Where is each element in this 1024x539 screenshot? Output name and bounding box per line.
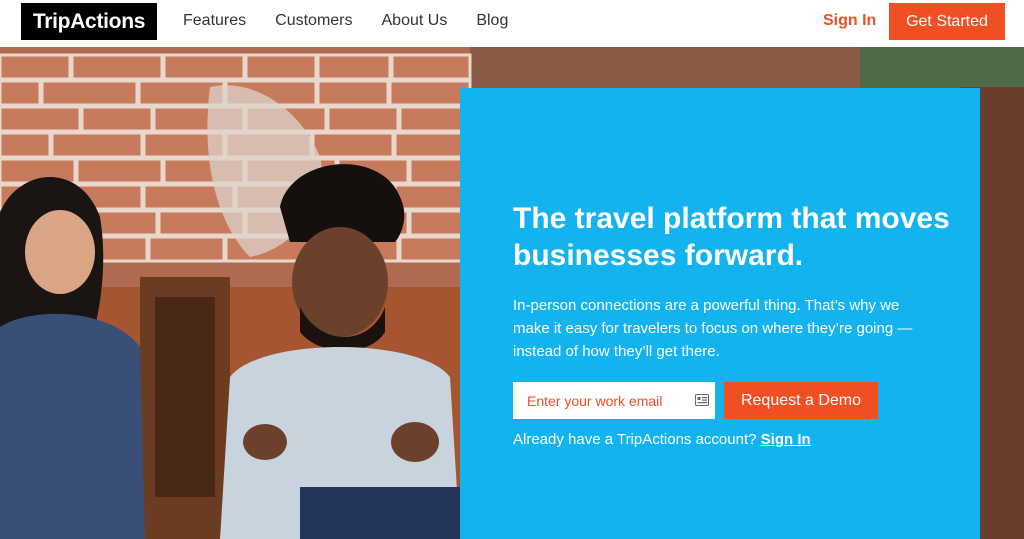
tripactions-logo[interactable]: TripActions	[21, 3, 157, 40]
contact-card-icon	[695, 394, 709, 406]
get-started-button[interactable]: Get Started	[889, 3, 1005, 40]
nav-customers[interactable]: Customers	[275, 11, 352, 31]
account-sign-in-link[interactable]: Sign In	[761, 431, 811, 448]
hero-subtext: In-person connections are a powerful thi…	[513, 297, 913, 360]
hero-section: The travel platform that moves businesse…	[0, 47, 1024, 539]
site-header: TripActions Features Customers About Us …	[0, 0, 1024, 47]
nav-features[interactable]: Features	[183, 11, 246, 31]
nav-blog[interactable]: Blog	[476, 11, 508, 31]
hero-panel: The travel platform that moves businesse…	[460, 88, 980, 539]
account-prompt-text: Already have a TripActions account?	[513, 431, 757, 448]
main-nav: Features Customers About Us Blog	[183, 11, 537, 31]
nav-about-us[interactable]: About Us	[382, 11, 448, 31]
account-prompt: Already have a TripActions account? Sign…	[513, 430, 811, 450]
request-demo-button[interactable]: Request a Demo	[724, 382, 878, 419]
hero-headline: The travel platform that moves businesse…	[513, 202, 950, 272]
email-input[interactable]	[513, 382, 688, 419]
email-field[interactable]	[513, 382, 715, 419]
header-sign-in-link[interactable]: Sign In	[823, 11, 876, 31]
